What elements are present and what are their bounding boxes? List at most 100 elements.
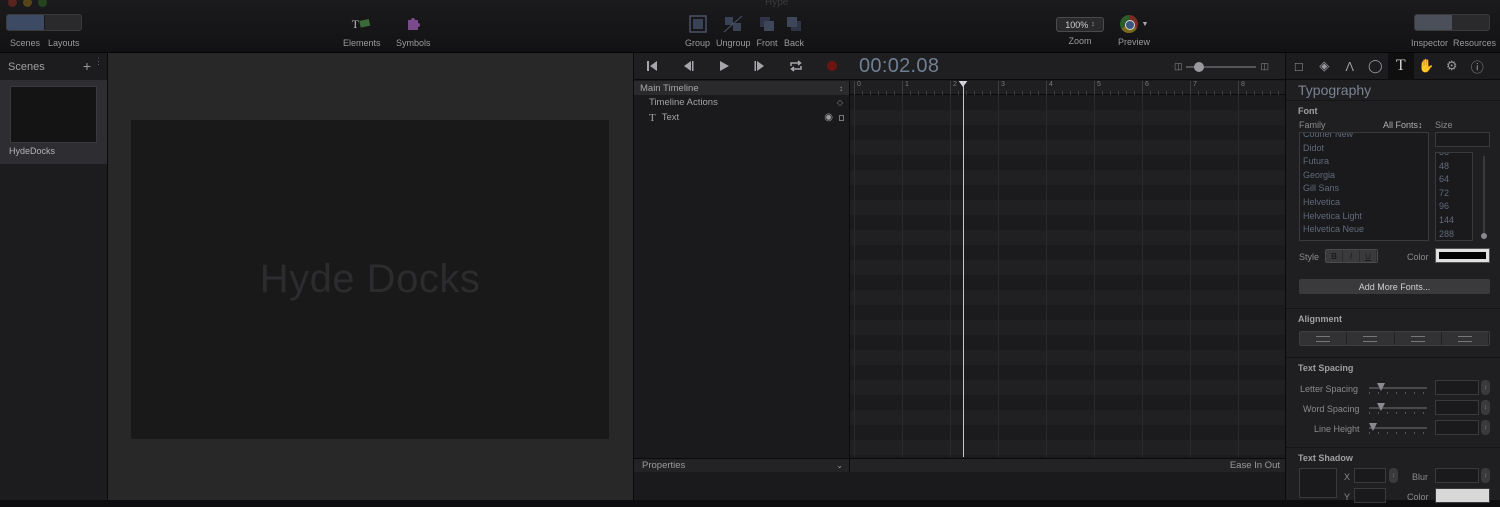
main-timeline-selector[interactable]: Main Timeline ↕: [634, 81, 849, 95]
zoom-slider-knob[interactable]: [1194, 61, 1205, 72]
tab-metrics[interactable]: Λ: [1337, 53, 1363, 80]
italic-button[interactable]: I: [1343, 250, 1360, 262]
record-button[interactable]: [814, 61, 850, 71]
tab-actions[interactable]: ✋: [1414, 53, 1440, 80]
keyframe-diamond-icon[interactable]: ◇: [837, 98, 843, 107]
lock-icon[interactable]: [839, 115, 844, 121]
font-family-item[interactable]: Courier New: [1303, 133, 1428, 142]
inspector-toggle-button[interactable]: [1415, 15, 1452, 30]
timeline-track-area[interactable]: 0 1 2 3 4 5 6 7 8: [850, 81, 1286, 457]
shadow-preview[interactable]: [1299, 468, 1337, 498]
tab-scene[interactable]: ◈: [1312, 53, 1338, 80]
properties-header[interactable]: Properties ⌄: [634, 459, 850, 472]
font-size-item[interactable]: 48: [1439, 160, 1472, 174]
align-center-button[interactable]: [1347, 332, 1395, 345]
tab-element[interactable]: ◯: [1363, 53, 1389, 80]
size-list-scrollbar[interactable]: [1481, 156, 1487, 239]
layer-row[interactable]: T Text ◉: [634, 110, 849, 125]
symbols-button[interactable]: Symbols: [396, 14, 431, 48]
timeline-actions-row[interactable]: Timeline Actions ◇: [634, 95, 849, 110]
timeline-zoom-slider[interactable]: ◫ ◫: [1174, 61, 1269, 72]
line-height-field[interactable]: [1435, 420, 1479, 435]
shadow-color-well[interactable]: [1435, 488, 1490, 503]
tab-document[interactable]: □: [1286, 53, 1312, 80]
font-size-field[interactable]: [1435, 132, 1490, 147]
shadow-x-stepper[interactable]: ↕: [1389, 468, 1398, 483]
font-family-item[interactable]: Helvetica: [1303, 196, 1428, 210]
font-family-item[interactable]: Gill Sans: [1303, 182, 1428, 196]
scene-name[interactable]: HydeDocks: [9, 146, 97, 156]
font-family-item[interactable]: Futura: [1303, 155, 1428, 169]
tab-identity[interactable]: ⓘ: [1465, 53, 1491, 80]
shadow-y-field[interactable]: [1354, 488, 1386, 503]
scene-item[interactable]: HydeDocks: [0, 80, 107, 164]
shadow-blur-stepper[interactable]: ↕: [1481, 468, 1490, 483]
line-height-slider[interactable]: [1369, 423, 1427, 434]
stage-text-element[interactable]: Hyde Docks: [260, 257, 481, 302]
text-color-well[interactable]: [1435, 248, 1490, 263]
layouts-toggle-button[interactable]: [44, 15, 81, 30]
font-family-list[interactable]: Courier New Didot Futura Georgia Gill Sans He…: [1299, 132, 1429, 241]
font-size-item[interactable]: 36: [1439, 153, 1472, 160]
font-size-item[interactable]: 144: [1439, 214, 1472, 228]
playhead[interactable]: [963, 81, 964, 457]
skip-start-icon: [647, 61, 657, 71]
font-size-item[interactable]: 96: [1439, 200, 1472, 214]
align-right-button[interactable]: [1394, 332, 1442, 345]
step-back-button[interactable]: [670, 60, 706, 72]
font-family-item[interactable]: Helvetica Light: [1303, 210, 1428, 224]
select-arrows-icon[interactable]: ↕: [839, 84, 843, 93]
group-button[interactable]: Group: [685, 14, 710, 48]
letter-spacing-stepper[interactable]: ↕: [1481, 380, 1490, 395]
letter-spacing-field[interactable]: [1435, 380, 1479, 395]
minimize-window-button[interactable]: [23, 0, 32, 7]
font-size-item[interactable]: 64: [1439, 173, 1472, 187]
shadow-blur-field[interactable]: [1435, 468, 1479, 483]
elements-button[interactable]: T Elements: [343, 14, 381, 48]
align-justify-button[interactable]: [1441, 332, 1489, 345]
loop-button[interactable]: [778, 60, 814, 72]
word-spacing-slider[interactable]: [1369, 403, 1427, 414]
eye-icon[interactable]: ◉: [824, 112, 833, 123]
underline-button[interactable]: U: [1360, 250, 1377, 262]
resources-toggle-button[interactable]: [1452, 15, 1489, 30]
bring-to-front-button[interactable]: Front: [756, 14, 778, 48]
step-forward-button[interactable]: [742, 60, 778, 72]
chevron-down-icon[interactable]: ▼: [1142, 21, 1149, 28]
add-scene-button[interactable]: +: [83, 58, 91, 74]
scene-artboard[interactable]: Hyde Docks: [131, 120, 609, 439]
font-family-item[interactable]: Georgia: [1303, 169, 1428, 183]
send-to-back-button[interactable]: Back: [783, 14, 805, 48]
easing-selector[interactable]: Ease In Out: [1230, 460, 1280, 471]
ungroup-button[interactable]: Ungroup: [716, 14, 751, 48]
play-button[interactable]: [706, 60, 742, 72]
zoom-select[interactable]: 100% ↕: [1056, 17, 1104, 32]
tab-typography[interactable]: T: [1388, 52, 1414, 80]
add-more-fonts-button[interactable]: Add More Fonts...: [1299, 279, 1490, 294]
all-fonts-selector[interactable]: All Fonts↕: [1383, 120, 1423, 130]
shadow-x-field[interactable]: [1354, 468, 1386, 483]
word-spacing-field[interactable]: [1435, 400, 1479, 415]
scenes-header: Scenes + ⋮: [0, 53, 107, 80]
letter-spacing-slider[interactable]: [1369, 383, 1427, 394]
zoom-window-button[interactable]: [38, 0, 47, 7]
chevron-down-icon[interactable]: ⌄: [836, 461, 843, 470]
zoom-out-icon[interactable]: ◫: [1174, 61, 1183, 72]
go-to-start-button[interactable]: [634, 60, 670, 72]
font-size-item[interactable]: 288: [1439, 228, 1472, 240]
scenes-toggle-button[interactable]: [7, 15, 44, 30]
word-spacing-stepper[interactable]: ↕: [1481, 400, 1490, 415]
font-size-item[interactable]: 72: [1439, 187, 1472, 201]
line-height-stepper[interactable]: ↕: [1481, 420, 1490, 435]
font-family-item[interactable]: Helvetica Neue: [1303, 223, 1428, 237]
close-window-button[interactable]: [8, 0, 17, 7]
preview-button[interactable]: ▼ Preview: [1118, 15, 1150, 47]
align-left-button[interactable]: [1300, 332, 1348, 345]
zoom-in-icon[interactable]: ◫: [1260, 61, 1269, 72]
timeline-ruler[interactable]: 0 1 2 3 4 5 6 7 8: [850, 81, 1286, 95]
tab-physics[interactable]: ⚙: [1439, 53, 1465, 80]
font-family-item[interactable]: Didot: [1303, 142, 1428, 156]
font-size-list[interactable]: 36 48 64 72 96 144 288: [1435, 152, 1473, 241]
bold-button[interactable]: B: [1326, 250, 1343, 262]
scenes-menu-icon[interactable]: ⋮: [94, 57, 103, 66]
